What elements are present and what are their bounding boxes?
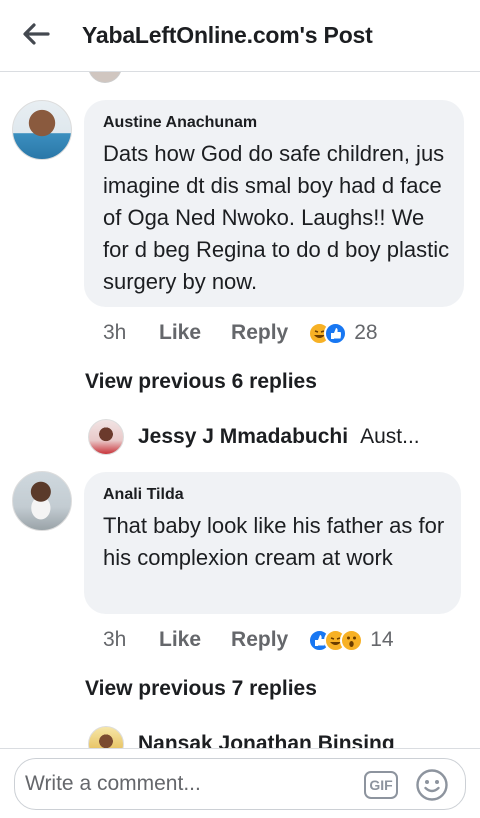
reply-button[interactable]: Reply	[231, 321, 288, 345]
comment-time[interactable]: 3h	[103, 321, 159, 345]
view-previous-replies[interactable]: View previous 7 replies	[85, 677, 317, 701]
avatar[interactable]	[12, 100, 72, 160]
comment-author[interactable]: Austine Anachunam	[103, 114, 257, 132]
reply-row[interactable]: Nansak Jonathan Binsing	[88, 724, 395, 748]
reactions-summary[interactable]: 28	[308, 321, 378, 345]
back-arrow-icon	[23, 23, 50, 45]
like-reaction-icon	[324, 321, 348, 345]
reply-row[interactable]: Jessy J Mmadabuchi Aust...	[88, 417, 420, 457]
view-previous-replies[interactable]: View previous 6 replies	[85, 370, 317, 394]
avatar[interactable]	[12, 471, 72, 531]
reply-button[interactable]: Reply	[231, 628, 288, 652]
reply-preview: Aust...	[360, 425, 420, 448]
emoji-button[interactable]	[415, 768, 449, 802]
wow-reaction-icon	[340, 628, 364, 652]
comment-actions: 3h Like Reply 28	[103, 318, 378, 348]
avatar[interactable]	[88, 726, 124, 748]
comment-author[interactable]: Anali Tilda	[103, 486, 184, 504]
reactions-summary[interactable]: 14	[308, 628, 394, 652]
comment-input-container[interactable]: GIF	[14, 758, 466, 810]
gif-button[interactable]: GIF	[364, 771, 398, 799]
smiley-icon	[416, 769, 448, 801]
avatar[interactable]	[88, 419, 124, 455]
reply-author[interactable]: Jessy J Mmadabuchi	[138, 425, 348, 449]
comment-text: Dats how God do safe children, jus imagi…	[103, 141, 450, 294]
comments-feed: Azuchia Success Mad S... Austine Anachun…	[0, 0, 480, 748]
comment-bubble[interactable]: Anali Tilda That baby look like his fath…	[84, 472, 461, 614]
reaction-count: 14	[370, 628, 394, 651]
back-button[interactable]	[18, 20, 54, 48]
comment-bubble[interactable]: Austine Anachunam Dats how God do safe c…	[84, 100, 464, 307]
comment-text: That baby look like his father as for hi…	[103, 513, 445, 570]
comment-time[interactable]: 3h	[103, 628, 159, 652]
page-title: YabaLeftOnline.com's Post	[82, 22, 373, 48]
like-button[interactable]: Like	[159, 628, 201, 652]
reply-author[interactable]: Nansak Jonathan Binsing	[138, 732, 395, 748]
app-header: YabaLeftOnline.com's Post	[0, 0, 480, 72]
comment-composer: GIF	[0, 748, 480, 818]
comment-input[interactable]	[25, 767, 345, 801]
comment-actions: 3h Like Reply 14	[103, 625, 394, 655]
reaction-count: 28	[354, 321, 378, 344]
like-button[interactable]: Like	[159, 321, 201, 345]
